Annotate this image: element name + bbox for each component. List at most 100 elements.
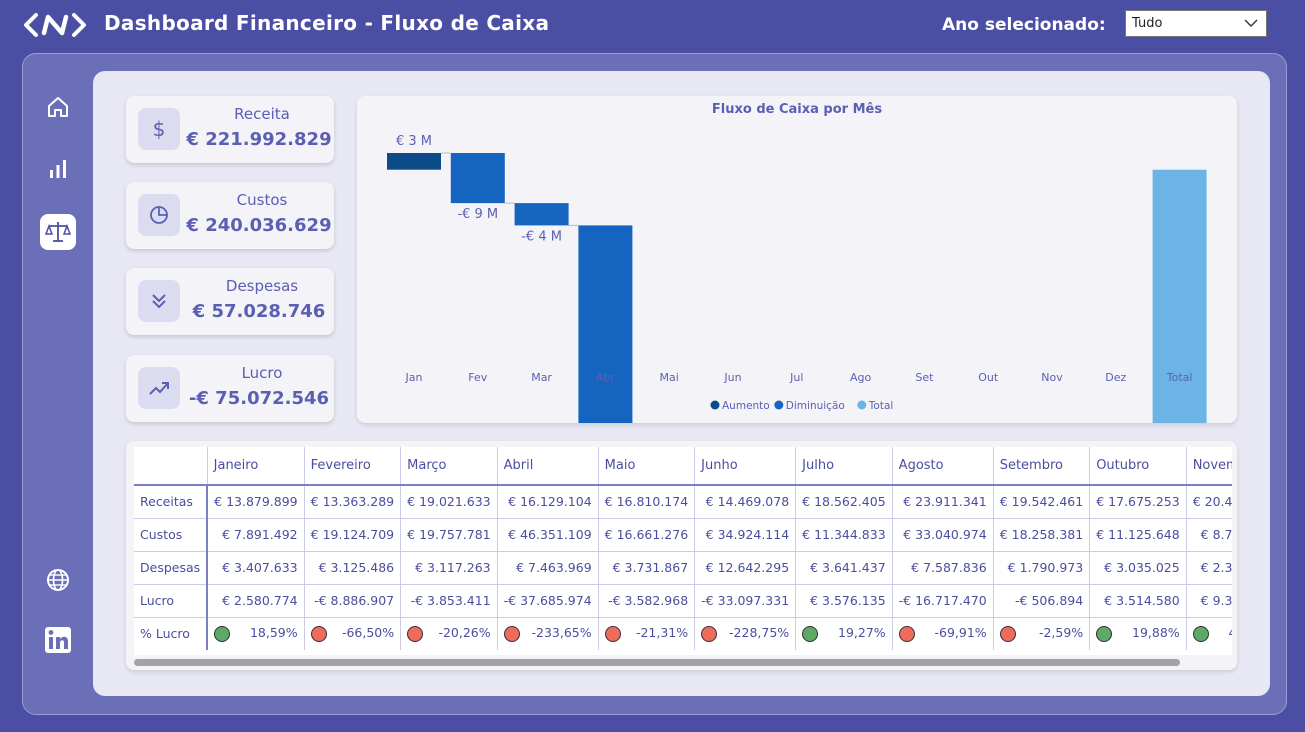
x-tick-label: Mai: [660, 371, 679, 384]
double-chevron-down-icon: [152, 294, 166, 309]
table-cell: € 33.040.974: [892, 518, 994, 552]
row-header: % Lucro: [134, 617, 209, 650]
kpi-card-receita: $ Receita € 221.992.829: [126, 96, 334, 163]
table-cell: € 3.407.633: [207, 551, 305, 585]
negative-indicator-icon: [898, 626, 915, 643]
column-header[interactable]: Outubro: [1089, 447, 1187, 485]
legend-label[interactable]: Aumento: [722, 400, 770, 412]
nav-website[interactable]: [40, 562, 76, 598]
table-cell: € 1.790.973: [993, 551, 1091, 585]
x-tick-label: Jan: [405, 371, 423, 384]
legend-label[interactable]: Diminuição: [786, 400, 845, 412]
waterfall-bar[interactable]: [578, 225, 633, 423]
positive-indicator-icon: [214, 626, 231, 643]
column-header[interactable]: Maio: [598, 447, 696, 485]
waterfall-bar[interactable]: [387, 153, 441, 170]
positive-indicator-icon: [802, 626, 819, 643]
profit-cell: 18,59%: [207, 617, 305, 650]
waterfall-bar[interactable]: [514, 203, 569, 226]
x-tick-label: Total: [1166, 371, 1193, 384]
column-header[interactable]: Março: [400, 447, 498, 485]
waterfall-chart: € 3 MJan-€ 9 MFev-€ 4 MMar-€ 38 MAbr-€ 4…: [387, 134, 1207, 423]
negative-indicator-icon: [503, 626, 520, 643]
table-cell: € 2.316.063: [1186, 551, 1232, 585]
column-header[interactable]: Janeiro: [207, 447, 305, 485]
profit-percent: -69,91%: [934, 625, 987, 641]
table-cell: € 46.351.109: [497, 518, 599, 552]
legend-marker-icon: [710, 400, 720, 410]
legend-marker-icon: [857, 400, 867, 410]
table-cell: € 9.362.329: [1186, 584, 1232, 618]
monthly-table-card: Janeiro Fevereiro Março Abril Maio Junho Julho…: [126, 441, 1237, 670]
x-tick-label: Mar: [531, 371, 552, 384]
kpi-value: € 221.992.829: [186, 129, 332, 150]
column-header[interactable]: Fevereiro: [304, 447, 402, 485]
kpi-value: -€ 75.072.546: [188, 388, 330, 409]
x-tick-label: Jul: [789, 371, 803, 384]
column-header[interactable]: Setembro: [993, 447, 1091, 485]
table-cell: € 11.125.648: [1089, 518, 1187, 552]
table-cell: € 7.891.492: [207, 518, 305, 552]
profit-cell: -66,50%: [304, 617, 402, 650]
home-icon: [48, 97, 68, 117]
table-cell: € 3.035.025: [1089, 551, 1187, 585]
waterfall-bar[interactable]: [450, 153, 505, 204]
nav-home[interactable]: [40, 89, 76, 125]
column-header[interactable]: Junho: [694, 447, 797, 485]
table-cell: € 18.562.405: [795, 485, 893, 519]
table-cell: € 7.587.836: [892, 551, 994, 585]
table-row: Despesas € 3.407.633 € 3.125.486 € 3.117.26…: [134, 551, 1232, 585]
negative-indicator-icon: [604, 626, 621, 643]
table-viewport: Janeiro Fevereiro Março Abril Maio Junho Julho…: [134, 447, 1232, 655]
profit-cell: 45,76%: [1186, 617, 1232, 650]
profit-percent: -66,50%: [341, 625, 395, 641]
kpi-value: € 57.028.746: [192, 301, 326, 322]
column-header[interactable]: Julho: [795, 447, 893, 485]
x-tick-label: Ago: [850, 371, 872, 384]
row-header: Receitas: [134, 485, 209, 519]
table-cell: € 34.924.114: [694, 518, 797, 552]
table-cell: € 19.757.781: [400, 518, 498, 552]
kpi-label: Custos: [236, 191, 288, 209]
negative-indicator-icon: [701, 626, 718, 643]
column-header[interactable]: Abril: [497, 447, 599, 485]
x-tick-label: Nov: [1041, 371, 1063, 384]
table-cell: -€ 37.685.974: [497, 584, 599, 618]
year-dropdown[interactable]: Tudo: [1125, 10, 1267, 37]
scale-icon: [45, 222, 71, 242]
profit-percent: -20,26%: [438, 625, 491, 641]
data-label: € 3 M: [396, 134, 432, 149]
nav-charts[interactable]: [40, 151, 76, 187]
positive-indicator-icon: [1192, 626, 1209, 643]
svg-text:$: $: [153, 117, 166, 141]
year-dropdown-value: Tudo: [1132, 16, 1163, 31]
row-header: Despesas: [134, 551, 209, 585]
profit-percent: -233,65%: [531, 625, 592, 641]
table-cell: € 12.642.295: [694, 551, 797, 585]
profit-cell: -69,91%: [892, 617, 994, 650]
linkedin-icon: [45, 627, 71, 653]
column-header[interactable]: Agosto: [892, 447, 994, 485]
negative-indicator-icon: [310, 626, 327, 643]
waterfall-bar[interactable]: [1152, 169, 1207, 423]
column-header[interactable]: Novembro: [1186, 447, 1232, 485]
profit-cell: 19,88%: [1089, 617, 1187, 650]
profit-cell: -21,31%: [598, 617, 696, 650]
table-corner-header[interactable]: [134, 447, 208, 485]
kpi-label: Lucro: [241, 364, 283, 382]
scrollbar-thumb[interactable]: [134, 659, 1180, 666]
row-header: Custos: [134, 518, 209, 552]
kpi-card-custos: Custos € 240.036.629: [126, 182, 334, 249]
legend-label[interactable]: Total: [868, 400, 894, 412]
trend-up-icon: [149, 382, 169, 395]
table-cell: -€ 3.853.411: [400, 584, 498, 618]
profit-percent: 19,88%: [1132, 625, 1180, 641]
table-cell: € 19.021.633: [400, 485, 498, 519]
waterfall-chart-card[interactable]: Fluxo de Caixa por Mês € 3 M Jan -€ 9 M Fev…: [357, 96, 1237, 423]
legend-marker-icon: [774, 400, 784, 410]
nav-linkedin[interactable]: [40, 622, 76, 658]
table-cell: € 23.911.341: [892, 485, 994, 519]
table-cell: € 16.661.276: [598, 518, 696, 552]
horizontal-scrollbar[interactable]: [134, 657, 1232, 666]
nav-cashflow[interactable]: [40, 214, 76, 250]
